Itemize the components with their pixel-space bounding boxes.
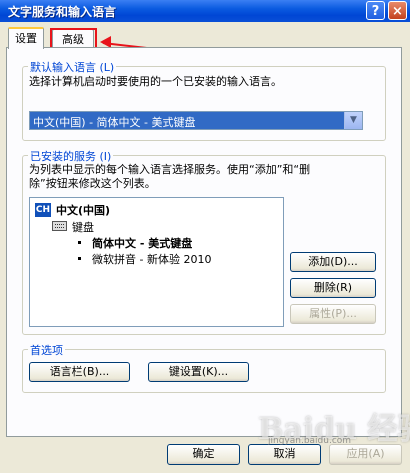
keyboard-icon <box>52 221 67 231</box>
chevron-down-icon[interactable]: ▼ <box>344 112 362 129</box>
preferences-title: 首选项 <box>28 342 65 358</box>
tree-language[interactable]: 中文(中国) <box>56 202 110 218</box>
title-bar[interactable]: 文字服务和输入语言 ? × <box>0 0 410 22</box>
language-ch-icon: CH <box>35 203 51 217</box>
bullet-icon <box>78 241 81 244</box>
help-button[interactable]: ? <box>366 1 385 20</box>
default-language-selected: 中文(中国) - 简体中文 - 美式键盘 <box>33 116 196 129</box>
tab-settings[interactable]: 设置 <box>8 27 44 49</box>
installed-services-description-2: 除”按钮来修改这个列表。 <box>29 177 156 190</box>
language-bar-button[interactable]: 语言栏(B)... <box>29 362 130 382</box>
remove-button[interactable]: 删除(R) <box>290 278 376 298</box>
tree-item[interactable]: 微软拼音 - 新体验 2010 <box>92 251 211 267</box>
watermark-url: jingyan.baidu.com <box>268 436 352 446</box>
ok-button[interactable]: 确定 <box>167 444 240 465</box>
default-language-title: 默认输入语言 (L) <box>28 59 117 75</box>
tree-item-selected[interactable]: 简体中文 - 美式键盘 <box>92 235 192 251</box>
properties-button[interactable]: 属性(P)... <box>290 304 376 324</box>
default-language-dropdown[interactable]: 中文(中国) - 简体中文 - 美式键盘 ▼ <box>29 111 363 130</box>
bullet-icon <box>78 257 81 260</box>
tree-category-keyboard[interactable]: 键盘 <box>72 219 94 235</box>
close-button[interactable]: × <box>388 1 407 20</box>
installed-services-list[interactable]: CH 中文(中国) 键盘 简体中文 - 美式键盘 微软拼音 - 新体验 2010 <box>29 197 284 327</box>
window-title: 文字服务和输入语言 <box>8 5 117 19</box>
add-button[interactable]: 添加(D)... <box>290 252 376 272</box>
installed-services-title: 已安装的服务 (I) <box>28 148 114 164</box>
installed-services-description-1: 为列表中显示的每个输入语言选择服务。使用“添加”和“删 <box>29 163 311 176</box>
tab-settings-label: 设置 <box>15 32 37 45</box>
key-settings-button[interactable]: 键设置(K)... <box>148 362 249 382</box>
default-language-description: 选择计算机启动时要使用的一个已安装的输入语言。 <box>29 75 282 88</box>
